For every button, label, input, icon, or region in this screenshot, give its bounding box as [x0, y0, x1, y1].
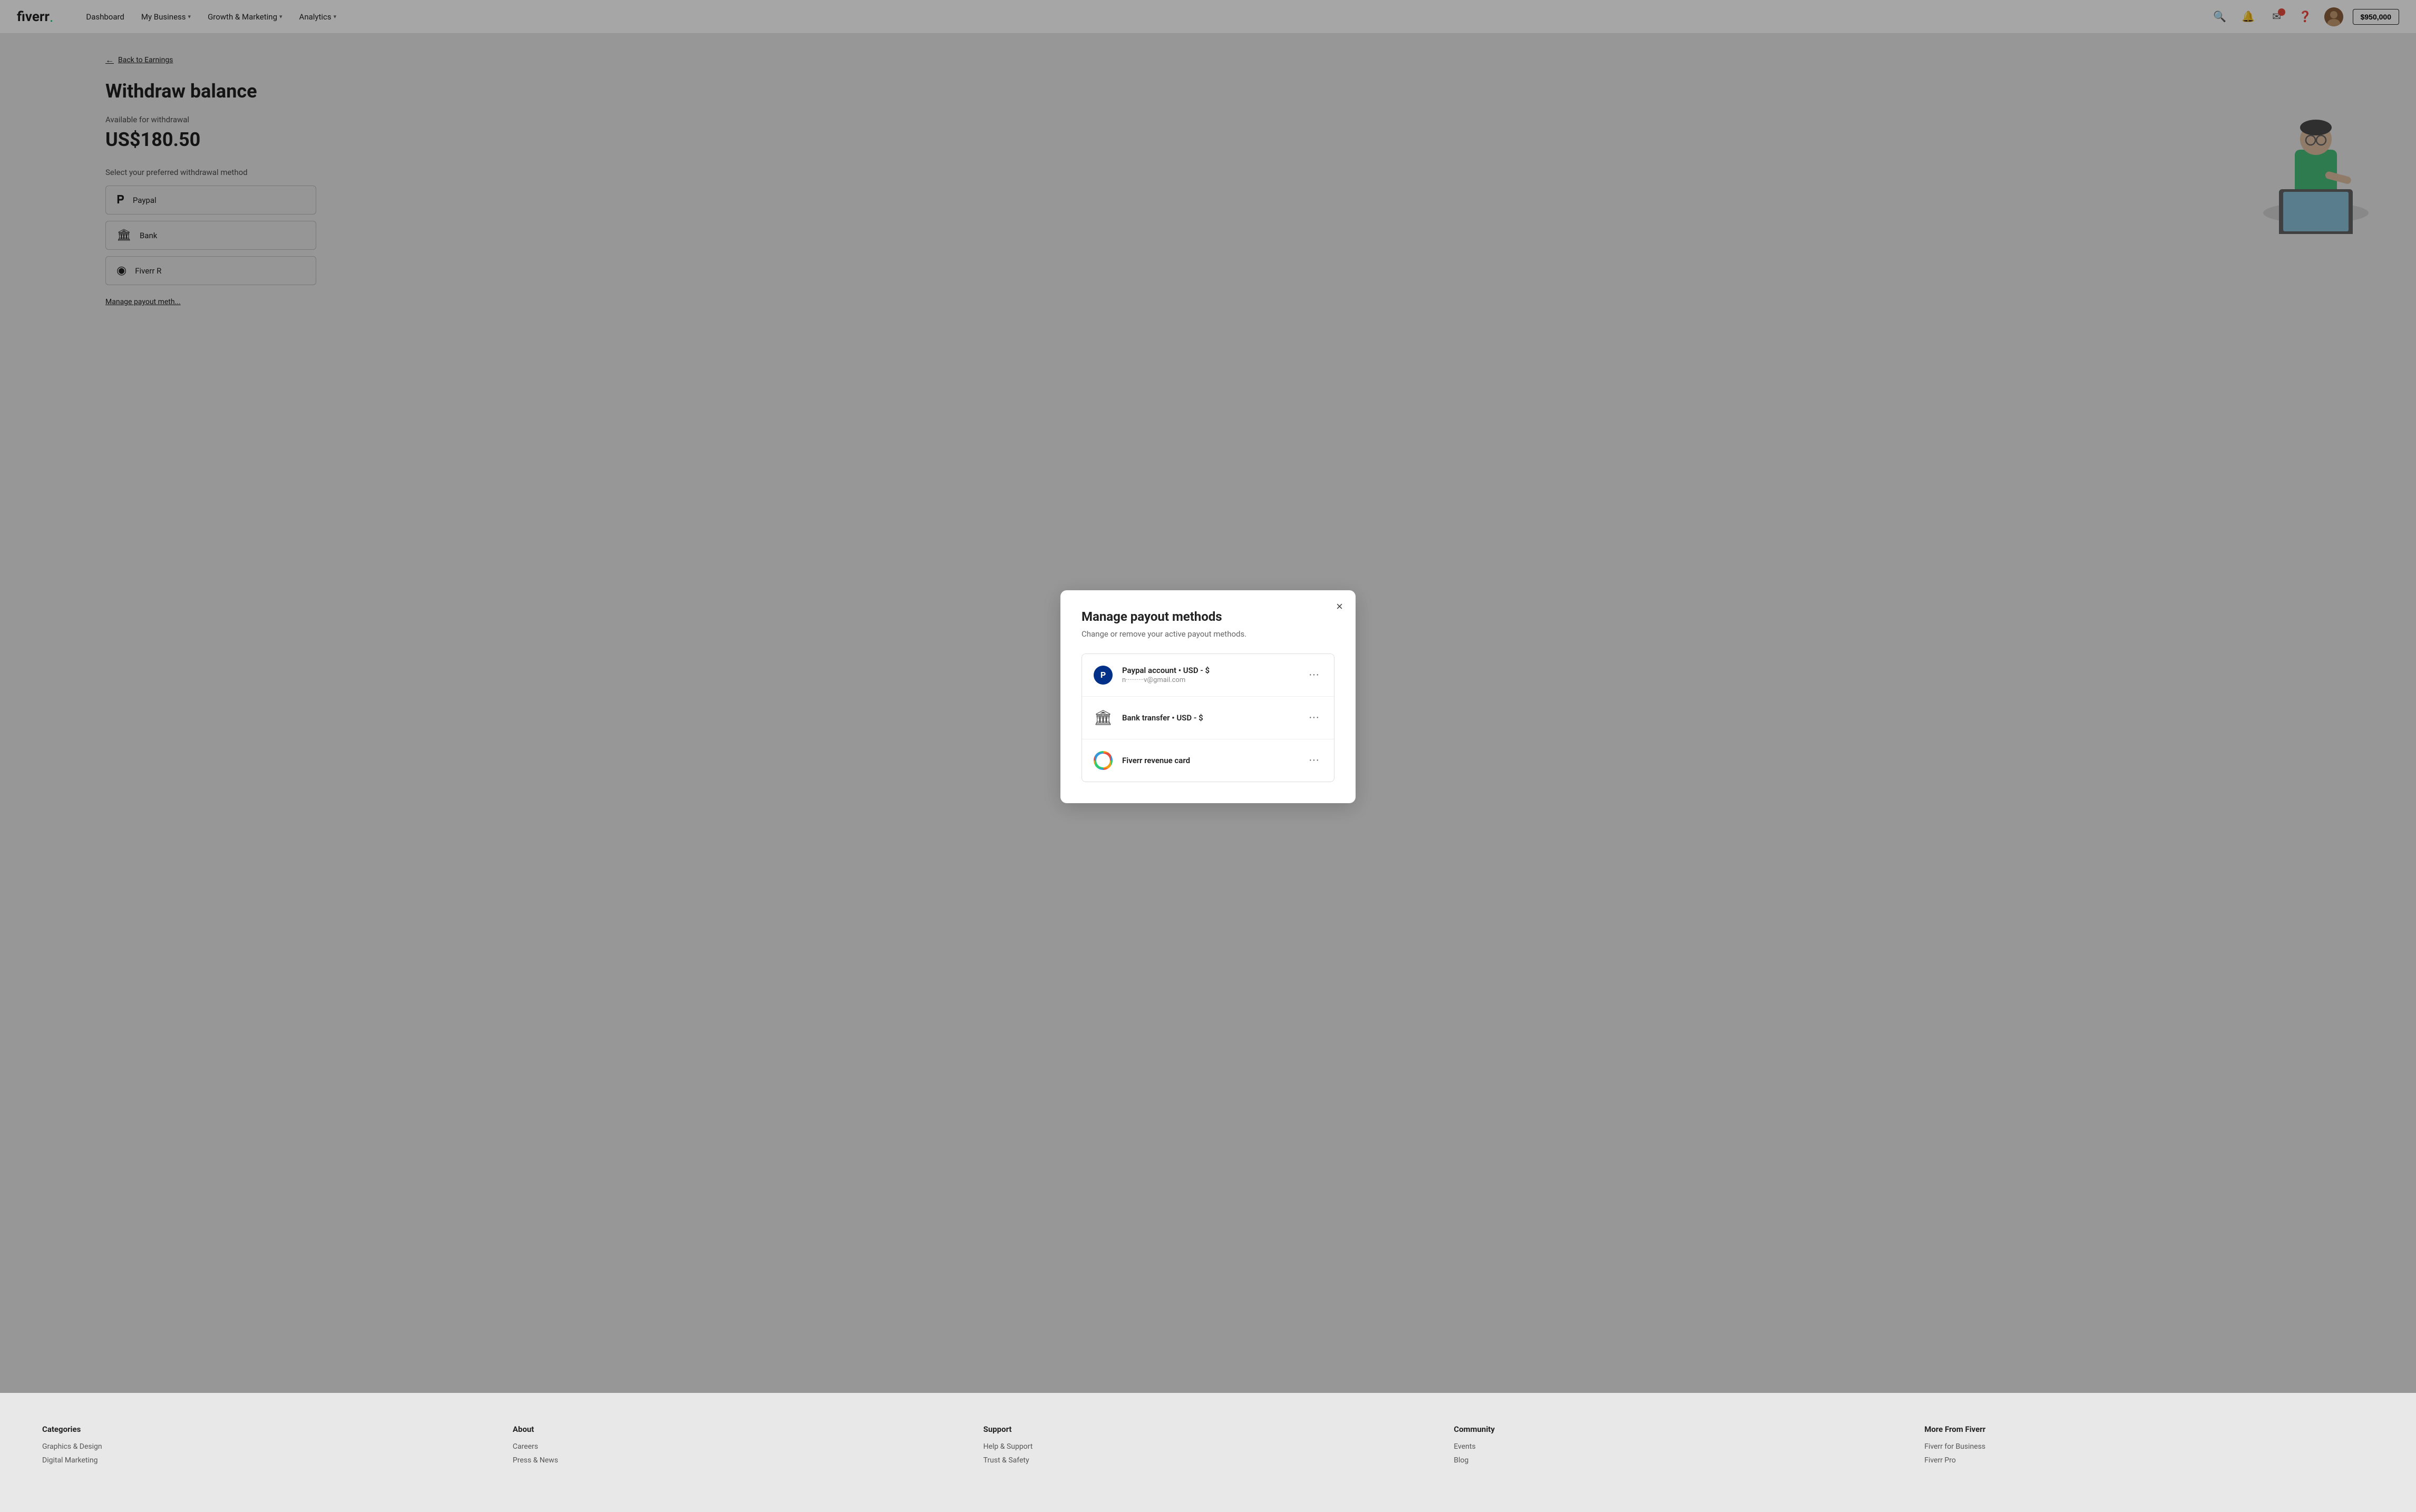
paypal-info: Paypal account • USD - $ n··········v@gm… — [1122, 666, 1296, 684]
fiverr-info: Fiverr revenue card — [1122, 756, 1296, 765]
footer-community-title: Community — [1454, 1425, 1903, 1434]
fiverr-menu-button[interactable]: ··· — [1304, 752, 1323, 768]
payout-item-bank: 🏛 Bank transfer • USD - $ ··· — [1082, 697, 1334, 739]
bank-info: Bank transfer • USD - $ — [1122, 713, 1296, 723]
footer-col-categories: Categories Graphics & Design Digital Mar… — [42, 1425, 492, 1470]
footer-col-support: Support Help & Support Trust & Safety — [983, 1425, 1433, 1470]
bank-icon-wrap: 🏛 — [1093, 707, 1114, 728]
footer-link-blog[interactable]: Blog — [1454, 1456, 1903, 1465]
footer-link-help[interactable]: Help & Support — [983, 1442, 1433, 1451]
footer-link-careers[interactable]: Careers — [513, 1442, 962, 1451]
footer-link-press[interactable]: Press & News — [513, 1456, 962, 1465]
manage-payout-modal: Manage payout methods Change or remove y… — [1060, 590, 1356, 803]
modal-title: Manage payout methods — [1082, 609, 1334, 624]
paypal-logo-icon: P — [1094, 666, 1113, 685]
paypal-email: n··········v@gmail.com — [1122, 676, 1296, 684]
fiverr-card-icon-wrap — [1093, 750, 1114, 771]
payout-methods-list: P Paypal account • USD - $ n··········v@… — [1082, 653, 1334, 782]
payout-item-paypal: P Paypal account • USD - $ n··········v@… — [1082, 654, 1334, 697]
footer-support-title: Support — [983, 1425, 1433, 1434]
modal-overlay[interactable]: Manage payout methods Change or remove y… — [0, 0, 2416, 1393]
modal-close-button[interactable]: × — [1336, 601, 1343, 612]
footer-link-fiverr-pro[interactable]: Fiverr Pro — [1924, 1456, 2374, 1465]
footer-more-title: More From Fiverr — [1924, 1425, 2374, 1434]
footer-link-events[interactable]: Events — [1454, 1442, 1903, 1451]
footer-col-community: Community Events Blog — [1454, 1425, 1903, 1470]
footer-col-more: More From Fiverr Fiverr for Business Fiv… — [1924, 1425, 2374, 1470]
paypal-icon-wrap: P — [1093, 665, 1114, 686]
bank-menu-button[interactable]: ··· — [1304, 709, 1323, 726]
footer-col-about: About Careers Press & News — [513, 1425, 962, 1470]
paypal-name: Paypal account • USD - $ — [1122, 666, 1296, 675]
payout-item-fiverr: Fiverr revenue card ··· — [1082, 739, 1334, 782]
footer-link-graphics[interactable]: Graphics & Design — [42, 1442, 492, 1451]
modal-subtitle: Change or remove your active payout meth… — [1082, 629, 1334, 639]
footer-grid: Categories Graphics & Design Digital Mar… — [42, 1425, 2374, 1470]
footer-link-trust[interactable]: Trust & Safety — [983, 1456, 1433, 1465]
footer-link-digital-marketing[interactable]: Digital Marketing — [42, 1456, 492, 1465]
footer-link-fiverr-business[interactable]: Fiverr for Business — [1924, 1442, 2374, 1451]
fiverr-name: Fiverr revenue card — [1122, 756, 1296, 765]
fiverr-card-icon — [1094, 751, 1113, 770]
footer: Categories Graphics & Design Digital Mar… — [0, 1393, 2416, 1512]
bank-name: Bank transfer • USD - $ — [1122, 713, 1296, 723]
bank-building-icon: 🏛 — [1094, 709, 1113, 726]
paypal-menu-button[interactable]: ··· — [1304, 667, 1323, 683]
footer-categories-title: Categories — [42, 1425, 492, 1434]
footer-about-title: About — [513, 1425, 962, 1434]
